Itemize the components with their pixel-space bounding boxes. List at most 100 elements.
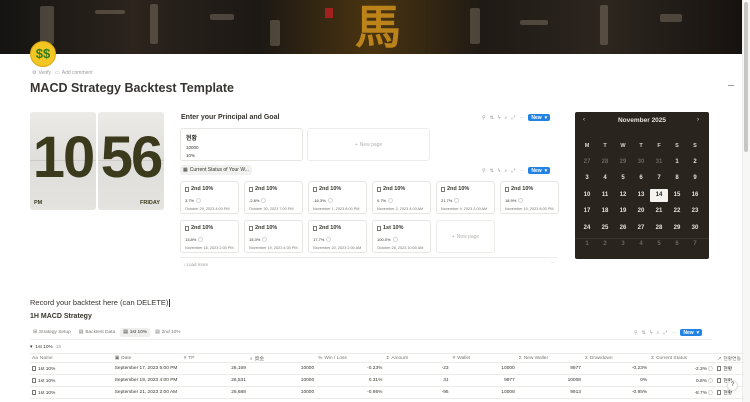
expand-icon[interactable]: ⤢ (511, 115, 515, 121)
table-cell[interactable]: 26,169 (181, 362, 248, 375)
tab-view[interactable]: ▤ 1st 10% (120, 328, 151, 337)
table-cell[interactable]: September 17, 2023 5:00 PM (112, 362, 182, 375)
table-cell[interactable]: -8.7% (649, 386, 716, 399)
calendar-day[interactable]: 10 (578, 189, 596, 202)
calendar-day[interactable]: 5 (614, 172, 632, 185)
table-cell[interactable]: 10008 (516, 374, 583, 387)
calendar-day[interactable]: 2 (596, 238, 614, 251)
status-card[interactable]: 2nd 10% -16.3% November 1, 2023 8:00 PM (308, 181, 367, 214)
expand-icon[interactable]: ⤢ (511, 168, 515, 174)
column-header[interactable]: Σ Drawdown (582, 353, 650, 363)
calendar-day[interactable]: 14 (650, 188, 668, 202)
add-comment-button[interactable]: ▭ Add comment (55, 70, 93, 76)
tab-view[interactable]: ▤ Backtest Data (76, 328, 118, 337)
status-new-page[interactable]: + New page (436, 220, 495, 253)
table-row[interactable]: 1st 10% September 19, 2023 4:00 PM 26,531 1… (30, 374, 744, 387)
calendar-day[interactable]: 23 (686, 205, 704, 218)
search-icon[interactable]: ⌕ (657, 330, 660, 336)
calendar-day[interactable]: 20 (632, 205, 650, 218)
calendar-day[interactable]: 31 (650, 156, 668, 169)
search-icon[interactable]: ⌕ (505, 115, 508, 121)
table-cell[interactable]: -0.95% (582, 386, 650, 399)
expand-icon[interactable]: ⤢ (663, 330, 667, 336)
calendar-day[interactable]: 27 (578, 156, 596, 169)
table-cell[interactable]: -0.23% (316, 362, 385, 375)
calendar-next-button[interactable]: › (697, 117, 699, 123)
table-cell[interactable]: 31 (384, 374, 451, 387)
table-cell[interactable]: -95 (384, 386, 451, 399)
calendar-day[interactable]: 8 (668, 172, 686, 185)
verify-button[interactable]: ⚙ Verify (32, 70, 51, 76)
status-view-chip[interactable]: ▦ Current Status of Your W... (180, 165, 252, 175)
table-cell[interactable]: 0% (582, 374, 650, 387)
sort-icon[interactable]: ⇅ (490, 168, 494, 174)
table-cell[interactable]: -2.3% (649, 362, 716, 375)
calendar-day[interactable]: 13 (632, 189, 650, 202)
table-cell[interactable]: September 19, 2023 4:00 PM (112, 374, 182, 387)
table-row[interactable]: 1st 10% September 21, 2023 2:00 AM 26,688 1… (30, 386, 744, 399)
table-cell[interactable]: 10000 (247, 374, 317, 387)
calendar-day[interactable]: 21 (650, 205, 668, 218)
calendar-day[interactable]: 1 (578, 238, 596, 251)
table-cell[interactable]: 10000 (247, 386, 317, 399)
lightning-icon[interactable]: ϟ (498, 115, 501, 121)
calendar-day[interactable]: 24 (578, 222, 596, 235)
filter-icon[interactable]: ⚲ (482, 115, 486, 121)
status-card[interactable]: 2nd 10% 18.9% November 10, 2023 8:00 PM (500, 181, 559, 214)
load-more-button[interactable]: ↓ Load more (183, 262, 208, 267)
group-header[interactable]: ▾ 1st 10% 15 (30, 345, 61, 350)
page-title[interactable]: MACD Strategy Backtest Template (30, 81, 234, 95)
table-cell[interactable]: -23 (384, 362, 451, 375)
tab-view[interactable]: ▤ 2nd 10% (152, 328, 183, 337)
table-cell[interactable]: -0.95% (316, 386, 385, 399)
calendar-day[interactable]: 4 (632, 238, 650, 251)
table-cell[interactable]: 0.8% (649, 374, 716, 387)
more-icon[interactable]: ⋯ (671, 330, 676, 336)
table-cell[interactable]: 현황 (715, 362, 744, 375)
calendar-day[interactable]: 25 (596, 222, 614, 235)
principal-card[interactable]: 현황 10000 10% (180, 128, 303, 161)
column-header[interactable]: # TP (181, 353, 248, 363)
table-cell[interactable]: 10000 (450, 362, 517, 375)
status-card[interactable]: 1st 10% 100.0% October 28, 2023 10:00 AM (372, 220, 431, 253)
column-header[interactable]: % Win / Loss (316, 353, 385, 363)
table-cell[interactable]: 10008 (450, 386, 517, 399)
sort-icon[interactable]: ⇅ (642, 330, 646, 336)
calendar-day[interactable]: 26 (614, 222, 632, 235)
calendar-day[interactable]: 4 (596, 172, 614, 185)
collapse-icon[interactable] (728, 85, 734, 86)
calendar-day[interactable]: 5 (650, 238, 668, 251)
calendar-day[interactable]: 2 (686, 156, 704, 169)
column-header[interactable]: ↗ 현황연동 (715, 353, 744, 363)
calendar-day[interactable]: 6 (632, 172, 650, 185)
calendar-day[interactable]: 29 (614, 156, 632, 169)
calendar-day[interactable]: 12 (614, 189, 632, 202)
calendar-day[interactable]: 17 (578, 205, 596, 218)
money-face-icon[interactable]: $$ (30, 41, 56, 67)
search-icon[interactable]: ⌕ (505, 168, 508, 174)
more-icon[interactable]: ⋯ (519, 168, 524, 174)
table-cell[interactable]: 1st 10% (30, 386, 113, 399)
calendar-day[interactable]: 1 (668, 156, 686, 169)
cover-image[interactable]: 馬 (0, 0, 742, 54)
calendar-day[interactable]: 27 (632, 222, 650, 235)
filter-icon[interactable]: ⚲ (634, 330, 638, 336)
scrollbar-thumb[interactable] (744, 2, 748, 152)
calendar-day[interactable]: 7 (686, 238, 704, 251)
help-button[interactable]: ? (727, 380, 738, 391)
calendar-day[interactable]: 16 (686, 189, 704, 202)
table-cell[interactable]: 9913 (516, 386, 583, 399)
calendar-day[interactable]: 9 (686, 172, 704, 185)
column-header[interactable]: ▣ Date (112, 353, 182, 363)
status-card[interactable]: 2nd 10% -2.8% October 30, 2023 7:00 PM (244, 181, 303, 214)
calendar-day[interactable]: 7 (650, 172, 668, 185)
calendar-day[interactable]: 28 (650, 222, 668, 235)
calendar-day[interactable]: 29 (668, 222, 686, 235)
sort-icon[interactable]: ⇅ (490, 115, 494, 121)
lightning-icon[interactable]: ϟ (650, 330, 653, 336)
table-cell[interactable]: 1st 10% (30, 362, 113, 375)
status-card[interactable]: 2nd 10% 15.3% November 19, 2023 4:00 PM (244, 220, 303, 253)
filter-icon[interactable]: ⚲ (482, 168, 486, 174)
calendar-day[interactable]: 22 (668, 205, 686, 218)
table-cell[interactable]: 9977 (450, 374, 517, 387)
